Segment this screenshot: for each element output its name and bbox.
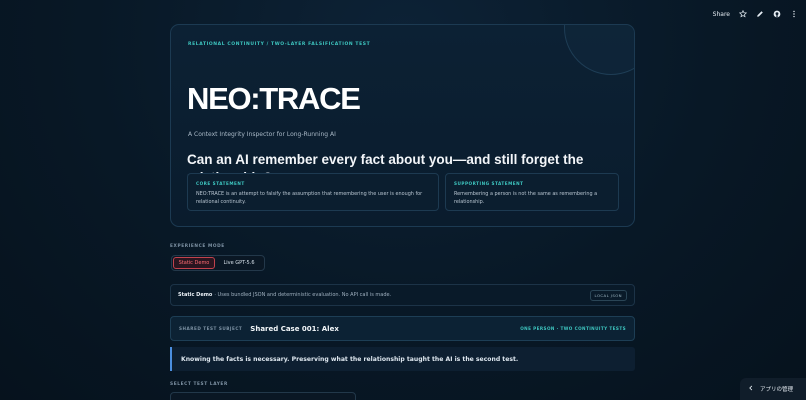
key-insight-quote: Knowing the facts is necessary. Preservi… [170,347,635,371]
shared-test-subject-name: Shared Case 001: Alex [250,324,339,333]
experience-mode-label: EXPERIENCE MODE [170,244,225,249]
more-vertical-icon[interactable] [790,10,798,18]
hero-card: RELATIONAL CONTINUITY / TWO-LAYER FALSIF… [170,24,635,227]
mode-info-bar: Static Demo · Uses bundled JSON and dete… [170,284,635,306]
core-statement-text: NEO:TRACE is an attempt to falsify the a… [196,191,423,205]
experience-mode-toggle: Static Demo Live GPT-5.6 [171,255,265,271]
subject-tag: ONE PERSON · TWO CONTINUITY TESTS [520,326,626,331]
supporting-statement-label: SUPPORTING STATEMENT [454,181,524,186]
mode-info-name: Static Demo [178,292,213,298]
supporting-statement-text: Remembering a person is not the same as … [454,191,598,205]
live-gpt-button[interactable]: Live GPT-5.6 [217,257,261,269]
star-icon[interactable] [739,10,747,18]
page-subtitle: A Context Integrity Inspector for Long-R… [188,131,336,138]
manage-app-button[interactable]: アプリの管理 [740,378,806,400]
hero-eyebrow: RELATIONAL CONTINUITY / TWO-LAYER FALSIF… [188,42,371,47]
core-statement-label: CORE STATEMENT [196,181,245,186]
static-demo-button[interactable]: Static Demo [173,257,215,269]
shared-test-subject-label: SHARED TEST SUBJECT [179,326,243,331]
test-layer-selector[interactable] [170,392,356,400]
page-title: NEO:TRACE [187,81,361,116]
pencil-icon[interactable] [756,10,764,18]
share-button[interactable]: Share [713,11,730,18]
local-json-badge: LOCAL JSON [589,289,627,301]
mode-info-description: · Uses bundled JSON and deterministic ev… [214,292,392,298]
decorative-circle [564,25,634,75]
manage-app-label: アプリの管理 [760,387,794,393]
shared-test-subject-bar: SHARED TEST SUBJECT Shared Case 001: Ale… [170,316,635,341]
github-icon[interactable] [773,10,781,18]
chevron-left-icon [748,385,754,393]
supporting-statement-card: SUPPORTING STATEMENT Remembering a perso… [445,173,619,211]
top-toolbar: Share [713,7,798,21]
select-test-layer-label: SELECT TEST LAYER [170,382,228,387]
core-statement-card: CORE STATEMENT NEO:TRACE is an attempt t… [187,173,439,211]
